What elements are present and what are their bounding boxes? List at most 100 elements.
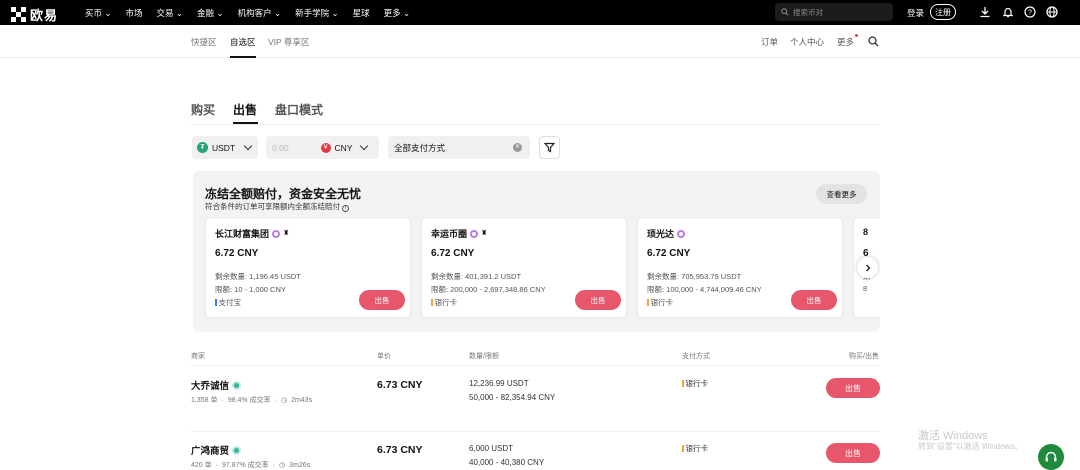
chevron-down-icon[interactable]	[359, 141, 368, 151]
clear-icon[interactable]: ✕	[513, 143, 522, 152]
merchant-name-text: 广鸿商贸	[191, 446, 230, 457]
coin-select[interactable]: ₮ USDT	[192, 136, 258, 159]
trade-mode-tabs: 购买 出售 盘口模式	[191, 101, 323, 118]
nav-label: 金融	[197, 7, 215, 18]
tab-sell[interactable]: 出售	[233, 101, 257, 118]
row-payment: 银行卡	[682, 443, 708, 454]
support-chat-button[interactable]	[1038, 444, 1064, 470]
merchant-name: 幸运币圈 ♜	[431, 227, 488, 240]
badge-icon	[470, 229, 479, 238]
p2p-subnav: 快捷区 自选区 VIP 尊享区 订单 个人中心 更多	[0, 25, 1080, 58]
nav-finance[interactable]: 金融 ⌄	[197, 7, 224, 19]
chevron-right-icon	[865, 264, 870, 271]
merchant-card[interactable]: 幸运币圈 ♜ 6.72 CNY 剩余数量: 401,391.2 USDT 限额: …	[421, 217, 627, 318]
sell-button[interactable]: 出售	[826, 378, 880, 398]
row-payment: 银行卡	[682, 378, 708, 389]
nav-learn[interactable]: 新手学院 ⌄	[295, 7, 339, 19]
verified-icon	[232, 445, 242, 455]
user-center-link[interactable]: 个人中心	[790, 36, 824, 48]
row-price: 6.73 CNY	[377, 379, 423, 391]
nav-label: 机构客户	[237, 7, 272, 18]
completion-rate: 98.4% 成交率	[227, 397, 271, 404]
merchant-stats: 420 单 · 97.87% 成交率 · ◷ 3m26s	[191, 461, 311, 470]
chevron-down-icon: ⌄	[273, 7, 282, 18]
currency-value[interactable]: CNY	[335, 143, 353, 153]
orders-link[interactable]: 订单	[761, 36, 778, 48]
merchant-card[interactable]: 顼光达 6.72 CNY 剩余数量: 705,953.79 USDT 限额: 1…	[637, 217, 843, 318]
nav-trade[interactable]: 交易 ⌄	[157, 7, 184, 19]
nav-market[interactable]: 市场	[126, 7, 143, 19]
tab-vip[interactable]: VIP 尊享区	[268, 36, 309, 48]
windows-activation-text: 转到"设置"以激活 Windows。	[918, 442, 1023, 451]
banner-subtitle-text: 符合条件的订单可享限额内全额冻结赔付	[205, 202, 340, 211]
sell-button[interactable]: 出售	[791, 290, 837, 310]
tab-p2p[interactable]: 自选区	[230, 36, 256, 58]
guarantee-banner: 冻结全额赔付，资金安全无忧 符合条件的订单可享限额内全额冻结赔付 i 查看更多 …	[193, 171, 880, 332]
card-limit: 限额: 10 - 1,000 CNY	[215, 285, 286, 294]
nav-institutional[interactable]: 机构客户 ⌄	[238, 7, 282, 19]
header-merchant: 商家	[191, 353, 205, 360]
nav-label: 更多	[383, 7, 401, 18]
merchant-stats: 1,358 单 · 98.4% 成交率 · ◷ 2m43s	[191, 396, 313, 405]
row-quantity: 12,236.99 USDT	[469, 379, 529, 388]
tab-orderbook[interactable]: 盘口模式	[275, 101, 323, 118]
brand-name: 欧易	[30, 8, 59, 23]
search-icon	[781, 8, 789, 16]
search-icon[interactable]	[868, 36, 879, 47]
svg-text:?: ?	[1028, 10, 1032, 17]
login-link[interactable]: 登录	[907, 7, 924, 19]
payment-label: 支付宝	[218, 298, 242, 307]
sell-button[interactable]: 出售	[575, 290, 621, 310]
nav-more[interactable]: 更多 ⌄	[384, 7, 411, 19]
chevron-down-icon: ⌄	[331, 7, 339, 18]
okx-logo[interactable]: 欧易	[11, 5, 58, 24]
row-limit: 50,000 - 82,354.94 CNY	[469, 393, 556, 402]
view-more-button[interactable]: 查看更多	[816, 184, 867, 204]
more-link[interactable]: 更多	[837, 36, 854, 48]
search-input[interactable]: 搜索币对	[775, 3, 893, 21]
chevron-down-icon: ⌄	[104, 7, 112, 18]
merchant-name[interactable]: 大乔诚信	[191, 378, 242, 392]
avg-time: 3m26s	[289, 461, 311, 469]
clock-icon: ◷	[280, 397, 288, 404]
header-quantity: 数量/限额	[469, 353, 499, 360]
bank-card-marker	[647, 299, 649, 306]
merchant-name[interactable]: 广鸿商贸	[191, 443, 242, 457]
globe-icon[interactable]	[1046, 6, 1058, 18]
nav-label: 买币	[85, 7, 103, 18]
payment-label: 银行卡	[685, 379, 709, 388]
search-placeholder: 搜索币对	[793, 7, 823, 17]
headset-icon	[1045, 451, 1057, 462]
verified-icon	[232, 380, 242, 390]
sell-button[interactable]: 出售	[359, 290, 405, 310]
register-button[interactable]: 注册	[930, 4, 956, 20]
tab-express[interactable]: 快捷区	[191, 36, 217, 48]
banner-title: 冻结全额赔付，资金安全无忧	[205, 187, 362, 201]
nav-buy-crypto[interactable]: 买币 ⌄	[85, 7, 112, 19]
help-icon[interactable]: ?	[1024, 6, 1036, 18]
merchant-name: 长江财富集团 ♜	[215, 227, 290, 240]
sell-button[interactable]: 出售	[826, 443, 880, 463]
filter-button[interactable]	[539, 136, 560, 159]
top-navigation-bar: 欧易 买币 ⌄ 市场 交易 ⌄ 金融 ⌄ 机构客户 ⌄ 新手学院 ⌄ 星球 更多…	[0, 0, 1080, 25]
order-count: 1,358 单	[191, 397, 218, 404]
card-limit: 限额: 200,000 - 2,697,348.86 CNY	[431, 285, 546, 294]
merchant-card[interactable]: 长江财富集团 ♜ 6.72 CNY 剩余数量: 1,196.45 USDT 限额:…	[205, 217, 411, 318]
row-quantity: 6,000 USDT	[469, 444, 514, 453]
next-arrow-button[interactable]	[857, 257, 878, 278]
amount-input[interactable]: 0.00 ¥ CNY	[266, 136, 379, 159]
card-limit: 限额: 100,000 - 4,744,009.46 CNY	[647, 285, 762, 294]
bell-icon[interactable]	[1002, 6, 1014, 18]
chevron-down-icon	[243, 141, 253, 151]
badge-icon	[272, 229, 281, 238]
download-icon[interactable]	[979, 6, 991, 18]
nav-planet[interactable]: 星球	[353, 7, 370, 19]
payment-value: 全部支付方式	[394, 142, 446, 153]
merchant-name-text: 幸运币圈	[431, 229, 468, 239]
divider	[191, 431, 880, 432]
card-payment: 银行卡	[431, 297, 457, 308]
nav-label: 新手学院	[295, 7, 330, 18]
payment-select[interactable]: 全部支付方式 ✕	[388, 136, 530, 159]
tab-buy[interactable]: 购买	[191, 101, 215, 118]
chevron-down-icon: ⌄	[403, 7, 411, 18]
